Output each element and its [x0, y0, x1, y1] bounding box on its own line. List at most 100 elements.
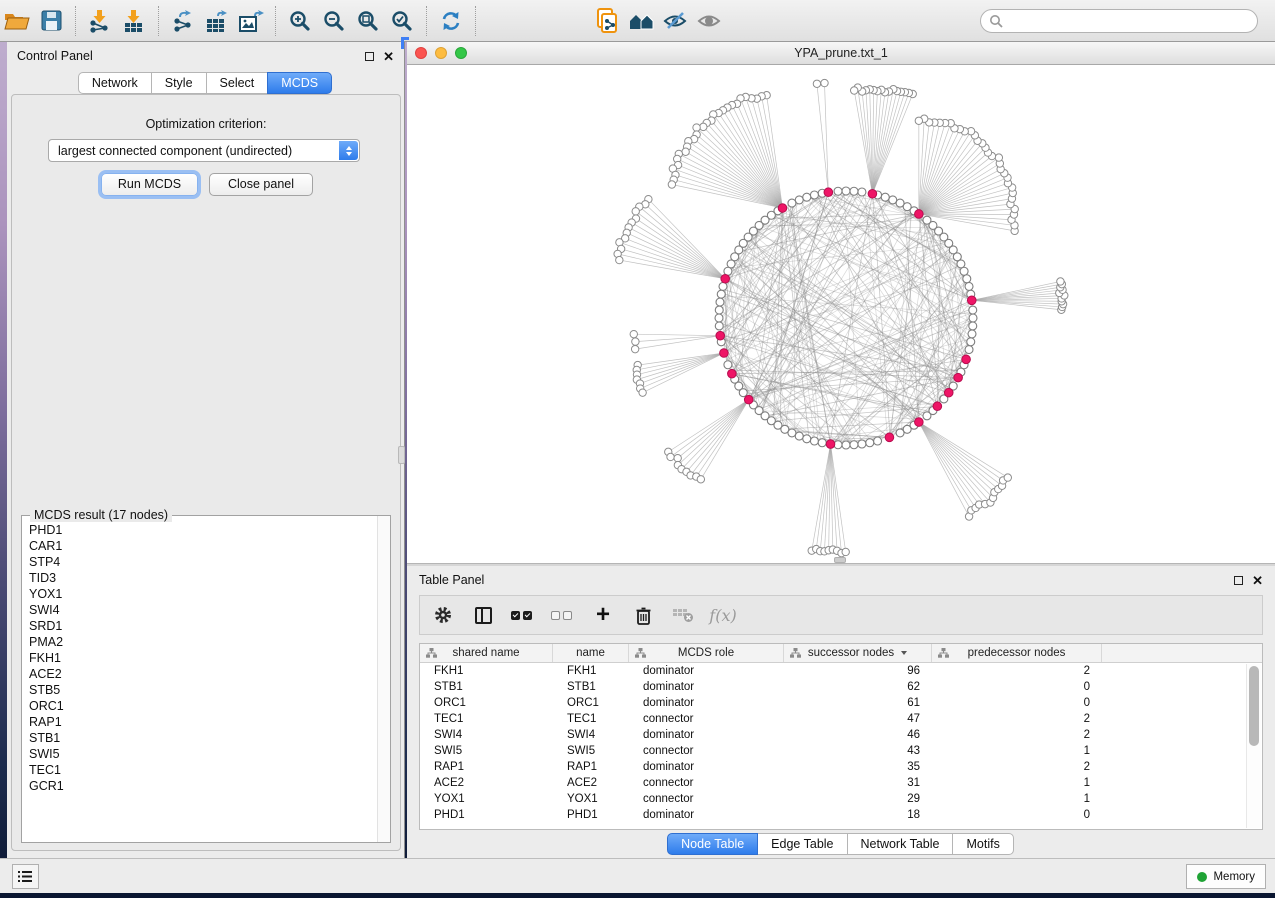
table-settings-gear-icon[interactable] [430, 602, 456, 628]
run-mcds-button[interactable]: Run MCDS [101, 173, 198, 196]
mcds-result-item[interactable]: STP4 [29, 554, 376, 570]
save-session-icon[interactable] [34, 5, 68, 37]
zoom-fit-icon[interactable] [351, 5, 385, 37]
table-row[interactable]: SWI5SWI5connector431 [420, 743, 1262, 759]
table-cell: ACE2 [420, 775, 553, 791]
table-tabbar: Node TableEdge TableNetwork TableMotifs [407, 833, 1275, 855]
close-panel-button[interactable]: Close panel [209, 173, 313, 196]
sort-desc-icon [901, 651, 907, 655]
mcds-result-item[interactable]: PMA2 [29, 634, 376, 650]
refresh-icon[interactable] [434, 5, 468, 37]
memory-button[interactable]: Memory [1186, 864, 1266, 889]
mcds-result-list[interactable]: PHD1CAR1STP4TID3YOX1SWI4SRD1PMA2FKH1ACE2… [23, 522, 376, 841]
network-graph[interactable] [407, 65, 1275, 563]
show-all-icon[interactable] [693, 5, 727, 37]
table-row[interactable]: RAP1RAP1dominator352 [420, 759, 1262, 775]
zoom-selected-icon[interactable] [385, 5, 419, 37]
export-image-icon[interactable] [234, 5, 268, 37]
control-panel-header: Control Panel ✕ [7, 42, 404, 70]
column-header-successor-nodes[interactable]: successor nodes [784, 644, 932, 662]
splitter-handle[interactable] [834, 557, 846, 563]
node-table-body: FKH1FKH1dominator962STB1STB1dominator620… [420, 663, 1262, 823]
table-row[interactable]: SWI4SWI4dominator462 [420, 727, 1262, 743]
tab-network-table[interactable]: Network Table [847, 833, 954, 855]
mcds-result-scrollbar[interactable] [377, 516, 390, 842]
mcds-result-item[interactable]: SWI4 [29, 602, 376, 618]
mcds-result-item[interactable]: YOX1 [29, 586, 376, 602]
column-header-predecessor-nodes[interactable]: predecessor nodes [932, 644, 1102, 662]
network-view-window: YPA_prune.txt_1 [407, 42, 1275, 563]
mcds-result-item[interactable]: STB5 [29, 682, 376, 698]
first-neighbors-icon[interactable] [625, 5, 659, 37]
mcds-result-item[interactable]: TID3 [29, 570, 376, 586]
optimization-criterion-label: Optimization criterion: [12, 117, 400, 131]
tab-motifs[interactable]: Motifs [952, 833, 1013, 855]
float-panel-icon[interactable] [365, 52, 374, 61]
show-columns-icon[interactable] [470, 602, 496, 628]
task-history-button[interactable] [12, 864, 39, 889]
network-canvas[interactable] [407, 65, 1275, 563]
tab-edge-table[interactable]: Edge Table [757, 833, 847, 855]
column-header-shared-name[interactable]: shared name [420, 644, 553, 662]
table-scrollbar[interactable] [1246, 664, 1261, 828]
table-row[interactable]: ORC1ORC1dominator610 [420, 695, 1262, 711]
hide-selected-icon[interactable] [659, 5, 693, 37]
search-input[interactable] [980, 9, 1258, 33]
import-table-icon[interactable] [117, 5, 151, 37]
clone-network-icon[interactable] [591, 5, 625, 37]
tab-node-table[interactable]: Node Table [667, 833, 758, 855]
column-header-MCDS-role[interactable]: MCDS role [629, 644, 784, 662]
mcds-result-item[interactable]: FKH1 [29, 650, 376, 666]
mcds-result-item[interactable]: GCR1 [29, 778, 376, 794]
table-row[interactable]: PHD1PHD1dominator180 [420, 807, 1262, 823]
mcds-result-item[interactable]: SRD1 [29, 618, 376, 634]
mcds-result-item[interactable]: TEC1 [29, 762, 376, 778]
table-panel-title: Table Panel [419, 573, 484, 587]
table-row[interactable]: YOX1YOX1connector291 [420, 791, 1262, 807]
network-window-titlebar[interactable]: YPA_prune.txt_1 [407, 42, 1275, 65]
table-cell: 1 [932, 791, 1102, 807]
export-network-icon[interactable] [166, 5, 200, 37]
close-panel-icon[interactable]: ✕ [383, 50, 394, 63]
mcds-result-item[interactable]: CAR1 [29, 538, 376, 554]
import-network-icon[interactable] [83, 5, 117, 37]
mcds-result-item[interactable]: ACE2 [29, 666, 376, 682]
tab-mcds[interactable]: MCDS [267, 72, 332, 94]
column-header-name[interactable]: name [553, 644, 629, 662]
node-table: shared namenameMCDS rolesuccessor nodesp… [419, 643, 1263, 830]
open-session-icon[interactable] [0, 5, 34, 37]
main-toolbar [0, 0, 1275, 42]
delete-column-icon[interactable] [630, 602, 656, 628]
tab-select[interactable]: Select [206, 72, 269, 94]
table-cell: ORC1 [553, 695, 629, 711]
close-panel-icon[interactable]: ✕ [1252, 574, 1263, 587]
table-cell: SWI5 [553, 743, 629, 759]
tab-network[interactable]: Network [78, 72, 152, 94]
function-builder-icon[interactable]: f(x) [710, 602, 736, 628]
table-row[interactable]: STB1STB1dominator620 [420, 679, 1262, 695]
mcds-result-item[interactable]: STB1 [29, 730, 376, 746]
table-cell: FKH1 [553, 663, 629, 679]
create-column-icon[interactable]: + [590, 602, 616, 628]
zoom-out-icon[interactable] [317, 5, 351, 37]
table-row[interactable]: ACE2ACE2connector311 [420, 775, 1262, 791]
mcds-result-item[interactable]: RAP1 [29, 714, 376, 730]
mcds-result-item[interactable]: SWI5 [29, 746, 376, 762]
memory-label: Memory [1213, 871, 1255, 883]
select-all-icon[interactable] [510, 602, 536, 628]
export-table-icon[interactable] [200, 5, 234, 37]
delete-table-icon[interactable] [670, 602, 696, 628]
table-row[interactable]: FKH1FKH1dominator962 [420, 663, 1262, 679]
table-cell: FKH1 [420, 663, 553, 679]
table-row[interactable]: TEC1TEC1connector472 [420, 711, 1262, 727]
zoom-in-icon[interactable] [283, 5, 317, 37]
criterion-dropdown[interactable]: largest connected component (undirected) [48, 139, 360, 162]
vertical-splitter-handle[interactable] [398, 446, 405, 464]
tab-style[interactable]: Style [151, 72, 207, 94]
mcds-result-item[interactable]: PHD1 [29, 522, 376, 538]
table-scrollbar-thumb[interactable] [1249, 666, 1259, 746]
deselect-all-icon[interactable] [550, 602, 576, 628]
criterion-value: largest connected component (undirected) [58, 144, 292, 158]
mcds-result-item[interactable]: ORC1 [29, 698, 376, 714]
float-panel-icon[interactable] [1234, 576, 1243, 585]
